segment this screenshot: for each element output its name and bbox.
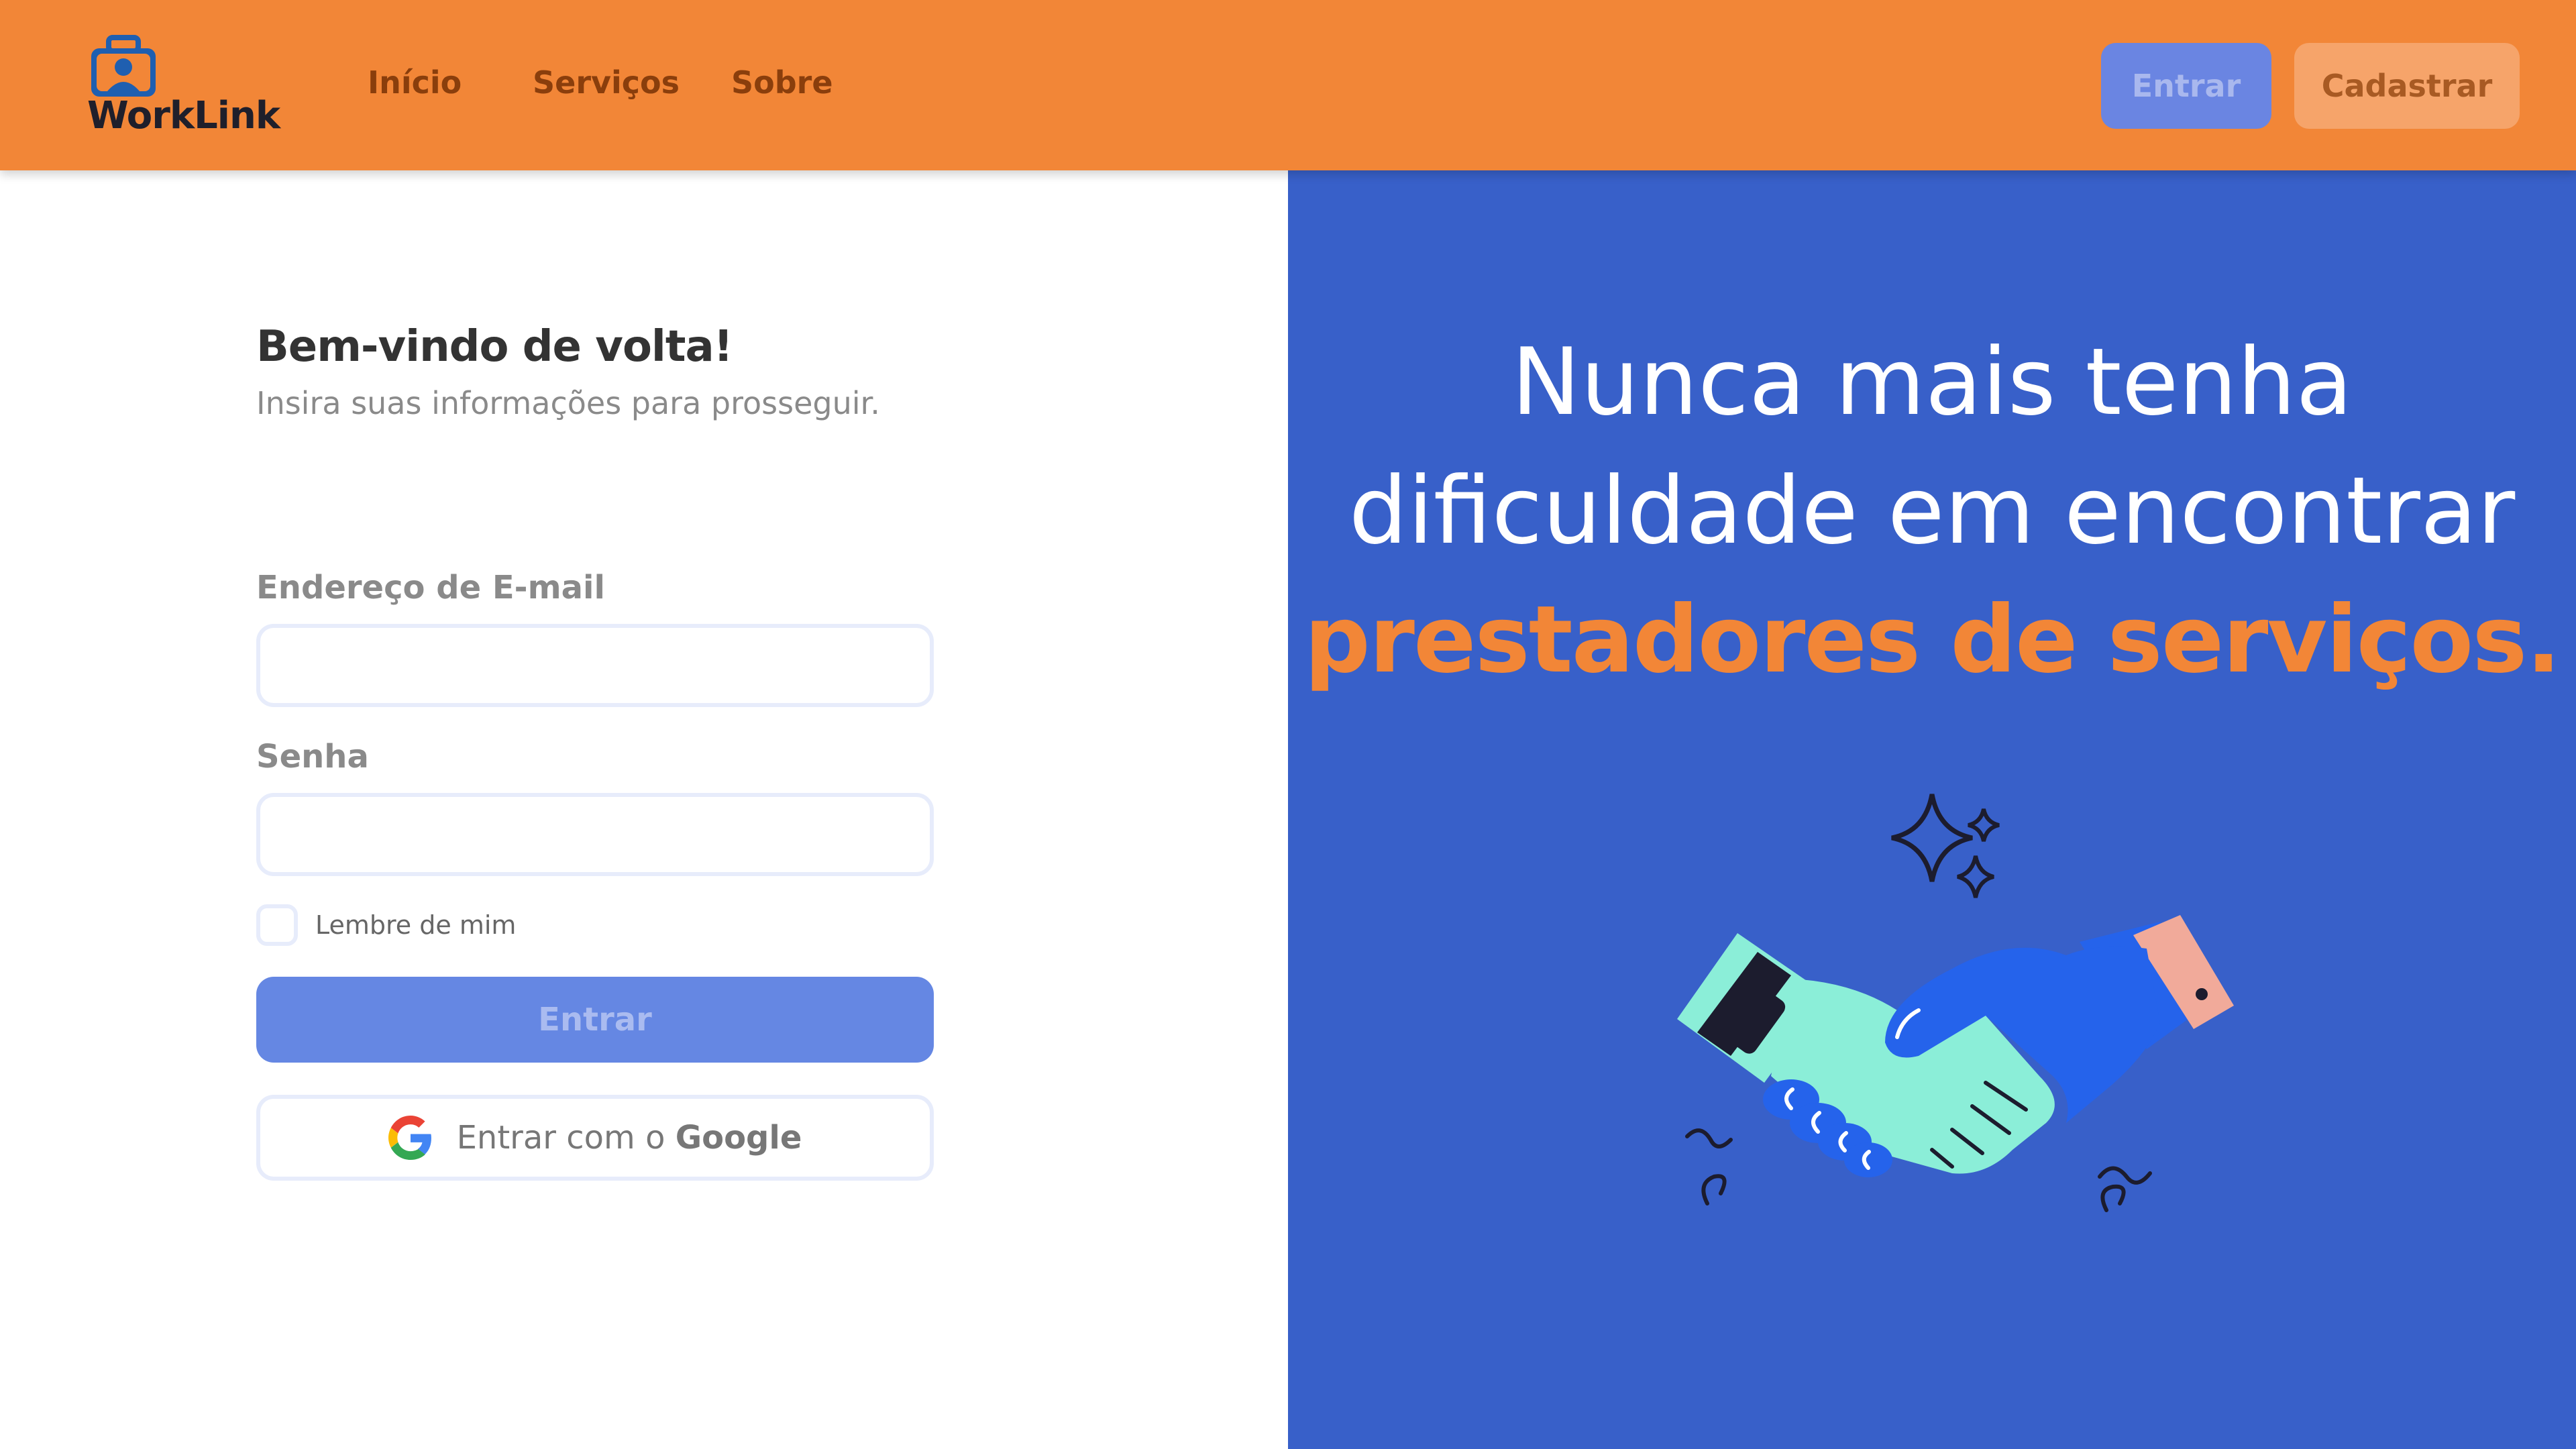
login-panel: Bem-vindo de volta! Insira suas informaç… [0, 170, 1288, 1449]
logo-text: WorkLink [87, 94, 280, 138]
password-field[interactable] [256, 793, 934, 876]
remember-checkbox[interactable] [256, 904, 298, 946]
remember-me: Lembre de mim [256, 904, 516, 946]
handshake-illustration [1677, 794, 2234, 1212]
hero-panel: Nunca mais tenha dificuldade em encontra… [1288, 170, 2576, 1449]
login-submit-button[interactable]: Entrar [256, 977, 934, 1063]
google-brand: Google [675, 1119, 802, 1157]
header-signup-button[interactable]: Cadastrar [2294, 43, 2520, 129]
google-login-button[interactable]: Entrar com o Google [256, 1095, 934, 1181]
nav-servicos[interactable]: Serviços [533, 64, 680, 101]
login-title: Bem-vindo de volta! [256, 322, 733, 372]
nav-inicio[interactable]: Início [368, 64, 462, 101]
email-field[interactable] [256, 624, 934, 707]
password-label: Senha [256, 738, 369, 775]
header-login-button[interactable]: Entrar [2101, 43, 2271, 129]
google-prefix: Entrar com o [456, 1119, 676, 1157]
briefcase-user-icon [91, 35, 156, 97]
logo[interactable]: WorkLink [87, 35, 280, 142]
top-navbar: WorkLink Início Serviços Sobre Entrar Ca… [0, 0, 2576, 170]
hero-line-3: prestadores de serviços. [1304, 586, 2561, 694]
hero-line-1: Nunca mais tenha [1511, 328, 2353, 436]
google-button-label: Entrar com o Google [457, 1119, 802, 1157]
remember-label: Lembre de mim [315, 910, 517, 940]
email-label: Endereço de E-mail [256, 569, 605, 606]
nav-sobre[interactable]: Sobre [731, 64, 833, 101]
google-icon [388, 1116, 431, 1160]
login-subtitle: Insira suas informações para prosseguir. [256, 385, 880, 421]
hero-line-2: dificuldade em encontrar [1348, 457, 2516, 565]
hero-headline: Nunca mais tenha dificuldade em encontra… [1288, 318, 2576, 704]
